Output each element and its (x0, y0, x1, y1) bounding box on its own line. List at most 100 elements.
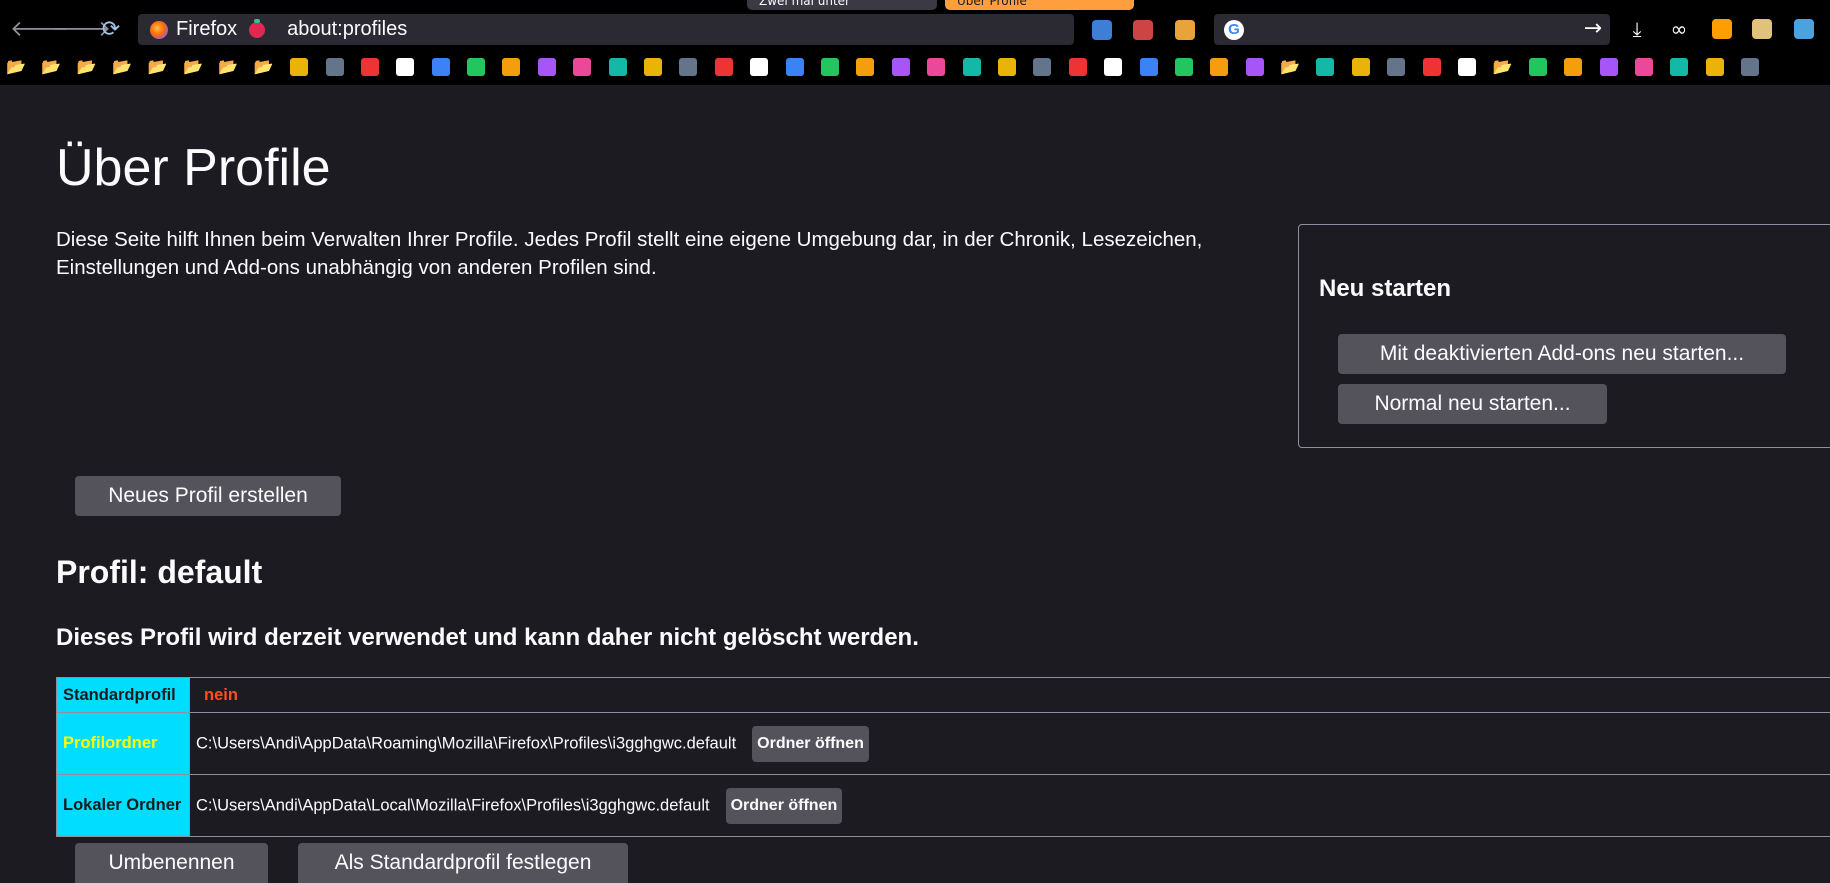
bookmark-folder-icon[interactable]: 📂 (181, 56, 205, 78)
reload-button[interactable]: ⟳ (96, 16, 126, 44)
profile-folder-label: Profilordner (57, 713, 190, 775)
profile-folder-path: C:\Users\Andi\AppData\Roaming\Mozilla\Fi… (196, 734, 736, 752)
bookmark-folder-icon[interactable]: 📂 (252, 56, 276, 78)
tab-label: Über Profile (957, 0, 1027, 8)
bookmark-favicon-icon[interactable] (361, 58, 379, 76)
bookmark-folder-icon[interactable]: 📂 (1490, 56, 1514, 78)
bookmark-favicon-icon[interactable] (1175, 58, 1193, 76)
tab-active[interactable]: Über Profile (945, 0, 1134, 10)
bookmark-favicon-icon[interactable] (963, 58, 981, 76)
extension-icon[interactable] (1092, 20, 1112, 40)
open-local-folder-button[interactable]: Ordner öffnen (726, 788, 843, 824)
identity-label: Firefox (176, 18, 237, 41)
bookmark-favicon-icon[interactable] (1706, 58, 1724, 76)
bookmark-favicon-icon[interactable] (1600, 58, 1618, 76)
profile-table: Standardprofil nein Profilordner C:\User… (56, 677, 1830, 837)
firefox-icon (150, 21, 168, 39)
google-icon: G (1224, 20, 1244, 40)
set-default-profile-button[interactable]: Als Standardprofil festlegen (298, 843, 628, 883)
bookmark-favicon-icon[interactable] (467, 58, 485, 76)
bookmark-favicon-icon[interactable] (998, 58, 1016, 76)
tab-inactive[interactable]: Zwei mal unter (747, 0, 937, 10)
bookmark-favicon-icon[interactable] (1140, 58, 1158, 76)
bookmark-folder-icon[interactable]: 📂 (75, 56, 99, 78)
restart-addons-disabled-button[interactable]: Mit deaktivierten Add-ons neu starten... (1338, 334, 1786, 374)
bookmark-favicon-icon[interactable] (326, 58, 344, 76)
bookmark-favicon-icon[interactable] (644, 58, 662, 76)
bookmark-favicon-icon[interactable] (1529, 58, 1547, 76)
tab-strip: Zwei mal unter Über Profile (747, 0, 1134, 10)
bookmark-favicon-icon[interactable] (1387, 58, 1405, 76)
bookmarks-toolbar: 📂 📂 📂 📂 📂 📂 📂 📂 📂 📂 (4, 56, 1762, 78)
bookmark-favicon-icon[interactable] (1033, 58, 1051, 76)
table-row: Profilordner C:\Users\Andi\AppData\Roami… (57, 713, 1830, 775)
forward-button[interactable]: 🡒 (52, 16, 82, 44)
bookmark-folder-icon[interactable]: 📂 (110, 56, 134, 78)
go-arrow-icon[interactable]: → (1584, 16, 1602, 41)
bookmark-favicon-icon[interactable] (927, 58, 945, 76)
bookmark-favicon-icon[interactable] (1423, 58, 1441, 76)
bookmark-favicon-icon[interactable] (1741, 58, 1759, 76)
bookmark-folder-icon[interactable]: 📂 (216, 56, 240, 78)
extension-icon[interactable] (1794, 19, 1814, 39)
open-profile-folder-button[interactable]: Ordner öffnen (752, 726, 869, 762)
bookmark-favicon-icon[interactable] (892, 58, 910, 76)
bookmark-favicon-icon[interactable] (679, 58, 697, 76)
local-folder-path: C:\Users\Andi\AppData\Local\Mozilla\Fire… (196, 796, 710, 814)
extension-icon[interactable] (1752, 19, 1772, 39)
bookmark-favicon-icon[interactable] (396, 58, 414, 76)
bookmark-favicon-icon[interactable] (573, 58, 591, 76)
bookmark-favicon-icon[interactable] (502, 58, 520, 76)
table-row: Standardprofil nein (57, 678, 1830, 713)
bookmark-favicon-icon[interactable] (856, 58, 874, 76)
create-profile-button[interactable]: Neues Profil erstellen (75, 476, 341, 516)
bookmark-favicon-icon[interactable] (715, 58, 733, 76)
bookmark-favicon-icon[interactable] (1635, 58, 1653, 76)
reload-icon: ⟳ (102, 17, 120, 42)
bookmark-folder-icon[interactable]: 📂 (39, 56, 63, 78)
default-profile-value: nein (190, 678, 1830, 713)
extension-icon[interactable] (1175, 20, 1195, 40)
tab-label: Zwei mal unter (759, 0, 850, 8)
bookmark-favicon-icon[interactable] (1210, 58, 1228, 76)
download-icon[interactable]: ⤓ (1625, 17, 1649, 41)
bookmark-favicon-icon[interactable] (821, 58, 839, 76)
restart-normal-button[interactable]: Normal neu starten... (1338, 384, 1607, 424)
bookmark-folder-icon[interactable]: 📂 (1278, 56, 1302, 78)
bookmark-favicon-icon[interactable] (1564, 58, 1582, 76)
bookmark-favicon-icon[interactable] (538, 58, 556, 76)
bookmark-favicon-icon[interactable] (750, 58, 768, 76)
tomato-extension-icon (249, 22, 265, 38)
page-intro: Diese Seite hilft Ihnen beim Verwalten I… (56, 226, 1236, 282)
bookmark-favicon-icon[interactable] (290, 58, 308, 76)
profile-folder-cell: C:\Users\Andi\AppData\Roaming\Mozilla\Fi… (190, 713, 1830, 775)
local-folder-label: Lokaler Ordner (57, 775, 190, 837)
bookmark-folder-icon[interactable]: 📂 (146, 56, 170, 78)
bookmark-favicon-icon[interactable] (1069, 58, 1087, 76)
page-title: Über Profile (56, 138, 331, 198)
bookmark-favicon-icon[interactable] (1670, 58, 1688, 76)
url-text[interactable]: about:profiles (287, 18, 407, 41)
bookmark-favicon-icon[interactable] (1352, 58, 1370, 76)
bookmark-favicon-icon[interactable] (432, 58, 450, 76)
rename-button[interactable]: Umbenennen (75, 843, 268, 883)
private-mask-icon[interactable]: ∞ (1667, 17, 1691, 41)
restart-heading: Neu starten (1319, 275, 1451, 303)
bookmark-favicon-icon[interactable] (1458, 58, 1476, 76)
profile-in-use-note: Dieses Profil wird derzeit verwendet und… (56, 624, 919, 652)
extension-icon[interactable] (1133, 20, 1153, 40)
bookmark-folder-icon[interactable]: 📂 (4, 56, 28, 78)
bookmark-favicon-icon[interactable] (609, 58, 627, 76)
restart-panel: Neu starten Mit deaktivierten Add-ons ne… (1298, 224, 1830, 448)
extension-icon[interactable] (1712, 19, 1732, 39)
bookmark-favicon-icon[interactable] (1246, 58, 1264, 76)
browser-toolbar: Zwei mal unter Über Profile 🡐 🡒 ⟳ Firefo… (0, 0, 1830, 85)
back-button[interactable]: 🡐 (10, 16, 40, 44)
bookmark-favicon-icon[interactable] (786, 58, 804, 76)
table-row: Lokaler Ordner C:\Users\Andi\AppData\Loc… (57, 775, 1830, 837)
bookmark-favicon-icon[interactable] (1104, 58, 1122, 76)
bookmark-favicon-icon[interactable] (1316, 58, 1334, 76)
local-folder-cell: C:\Users\Andi\AppData\Local\Mozilla\Fire… (190, 775, 1830, 837)
url-bar[interactable]: Firefox about:profiles (138, 14, 1074, 45)
search-bar[interactable]: G → (1214, 14, 1610, 45)
